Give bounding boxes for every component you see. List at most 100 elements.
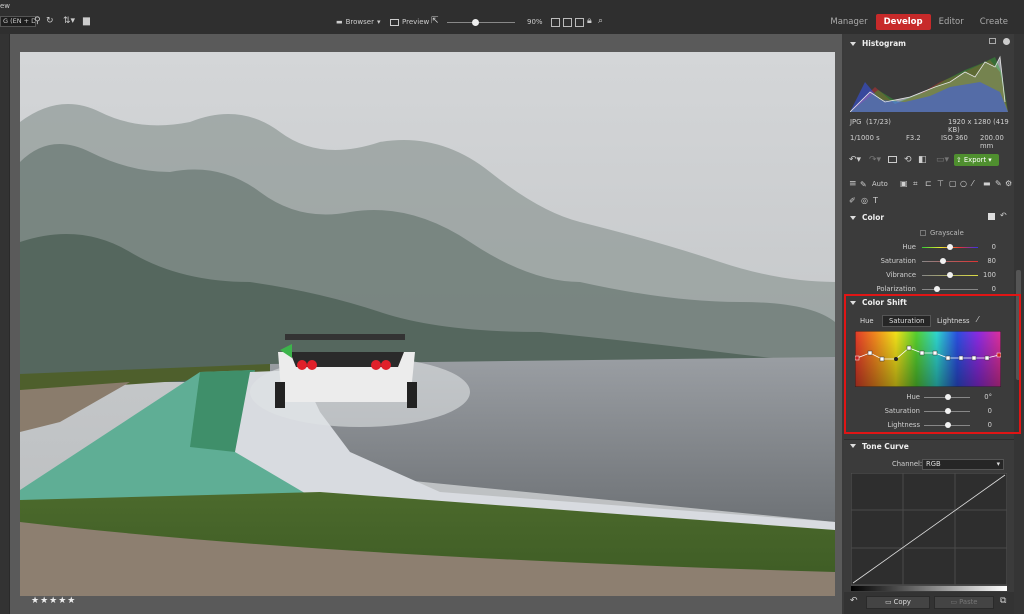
caret-icon: [850, 444, 856, 448]
preview-button[interactable]: Preview: [390, 17, 429, 28]
export-button[interactable]: ⇪ Export ▾: [954, 154, 999, 166]
crop-icon[interactable]: ⌗: [913, 179, 918, 189]
refresh-icon[interactable]: ↻: [46, 16, 54, 27]
lock-icon[interactable]: 🔒︎: [587, 16, 592, 27]
cs-lightness-knob[interactable]: [945, 422, 951, 428]
info-icon[interactable]: [575, 18, 584, 27]
reset-icon[interactable]: ↶: [1000, 211, 1007, 220]
paste-label: Paste: [959, 598, 978, 606]
search-icon[interactable]: ⚲: [34, 16, 41, 27]
histogram-title: Histogram: [862, 39, 906, 48]
cs-saturation-knob[interactable]: [945, 408, 951, 414]
tone-curve-graph[interactable]: [851, 473, 1007, 593]
bottom-bar: ↶ ▭ Copy ▭ Paste ⧉: [844, 592, 1014, 614]
cs-hue-knob[interactable]: [945, 394, 951, 400]
window-title: ew: [0, 2, 11, 10]
zoom-knob[interactable]: [472, 19, 479, 26]
browser-button[interactable]: ▬ Browser ▾: [336, 17, 381, 28]
undo-history-icon[interactable]: ↶: [850, 596, 858, 606]
saturation-label: Saturation: [880, 257, 916, 265]
zoom-value: 90%: [527, 18, 543, 26]
left-panel-strip[interactable]: [0, 34, 10, 614]
stamp-icon[interactable]: ◎: [861, 196, 868, 205]
undo-icon[interactable]: ↶▾: [849, 155, 861, 165]
top-toolbar: ew G (EN + DE ⚲ ↻ ⇅▾ ▆ ▬ Browser ▾ Previ…: [0, 0, 1024, 34]
perspective-icon[interactable]: ⊏: [925, 179, 932, 188]
channel-select[interactable]: RGB ▾: [922, 459, 1004, 470]
tone-curve-header[interactable]: Tone Curve: [844, 439, 1014, 452]
auto-button[interactable]: Auto: [872, 180, 888, 188]
frame-icon[interactable]: ▢: [949, 179, 957, 188]
mode-editor[interactable]: Editor: [931, 14, 972, 30]
snapshot-icon[interactable]: [888, 156, 897, 163]
vibrance-knob[interactable]: [947, 272, 953, 278]
hue-value: 0: [991, 243, 996, 251]
cs-hue-label: Hue: [906, 393, 920, 401]
sort-icon[interactable]: ⇅▾: [63, 16, 75, 27]
copy-icon: ▭: [885, 598, 892, 606]
vibrance-label: Vibrance: [886, 271, 916, 279]
cs-hue-value: 0°: [984, 393, 992, 401]
mode-manager[interactable]: Manager: [822, 14, 875, 30]
chevron-down-icon[interactable]: ▾: [988, 156, 991, 164]
chevron-down-icon[interactable]: ▾: [377, 17, 381, 28]
pencil-icon[interactable]: ✐: [849, 196, 856, 205]
paste-button[interactable]: ▭ Paste: [934, 596, 994, 609]
rating-stars[interactable]: ★★★★★: [31, 596, 76, 606]
external-icon[interactable]: ⇱: [431, 16, 439, 27]
race-car-photo: [20, 52, 835, 596]
polarization-knob[interactable]: [934, 286, 940, 292]
pen-icon[interactable]: ✎: [995, 179, 1002, 188]
polarization-label: Polarization: [876, 285, 916, 293]
histogram-toggle-icon[interactable]: [1003, 38, 1010, 45]
color-shift-curve[interactable]: [855, 331, 1001, 387]
circle-icon[interactable]: ○: [960, 179, 967, 188]
hue-knob[interactable]: [947, 244, 953, 250]
copy-settings-icon[interactable]: ▭▾: [936, 155, 949, 165]
polarization-slider[interactable]: [922, 289, 978, 290]
magnifier-icon[interactable]: ⌕: [598, 16, 603, 27]
gradient-icon[interactable]: ▬: [983, 179, 991, 188]
fullscreen-icon[interactable]: [563, 18, 572, 27]
color-shift-header[interactable]: Color Shift: [844, 296, 1014, 309]
tab-saturation[interactable]: Saturation: [882, 315, 932, 327]
folder-icon[interactable]: ▆: [83, 16, 90, 27]
copy-button[interactable]: ▭ Copy: [866, 596, 930, 609]
saturation-knob[interactable]: [940, 258, 946, 264]
saturation-slider[interactable]: [922, 261, 978, 262]
redo-icon[interactable]: ↷▾: [869, 155, 881, 165]
color-shift-title: Color Shift: [862, 298, 907, 307]
scrollbar-thumb[interactable]: [1016, 270, 1021, 380]
file-format: JPG: [850, 118, 862, 126]
camera-icon[interactable]: ▣: [900, 179, 908, 188]
zoom-slider[interactable]: [447, 22, 515, 23]
text-icon[interactable]: ⊤: [937, 179, 944, 188]
menu-icon[interactable]: ≡: [849, 179, 857, 189]
brush-icon[interactable]: ⁄: [972, 179, 973, 188]
grayscale-checkbox[interactable]: [920, 230, 926, 236]
text-tool-icon[interactable]: T: [873, 196, 878, 205]
caret-icon: [850, 215, 856, 220]
polarization-value: 0: [991, 285, 996, 293]
mode-create[interactable]: Create: [972, 14, 1016, 30]
histogram-view-icon[interactable]: [989, 38, 996, 44]
rotate-icon[interactable]: ⟲: [904, 155, 912, 165]
color-enable-checkbox[interactable]: [988, 213, 995, 220]
paste-icon: ▭: [950, 598, 957, 606]
fit-icon[interactable]: [551, 18, 560, 27]
channel-value: RGB: [926, 460, 941, 468]
compare-icon[interactable]: ◧: [918, 155, 927, 165]
tab-hue[interactable]: Hue: [854, 316, 880, 326]
auto-wand-icon[interactable]: ✎: [860, 180, 867, 189]
browser-icon: ▬: [336, 18, 343, 26]
image-icon: [390, 19, 399, 26]
photo-preview[interactable]: [20, 52, 835, 596]
eyedropper-icon[interactable]: ⁄: [977, 315, 978, 324]
mode-develop[interactable]: Develop: [875, 14, 931, 30]
duplicate-icon[interactable]: ⧉: [1000, 596, 1006, 606]
histogram-graph: [850, 55, 1008, 112]
language-input[interactable]: G (EN + DE: [0, 16, 36, 27]
chevron-down-icon[interactable]: ▾: [997, 460, 1000, 469]
gear-icon[interactable]: ⚙: [1005, 179, 1012, 188]
tab-lightness[interactable]: Lightness: [931, 316, 976, 326]
